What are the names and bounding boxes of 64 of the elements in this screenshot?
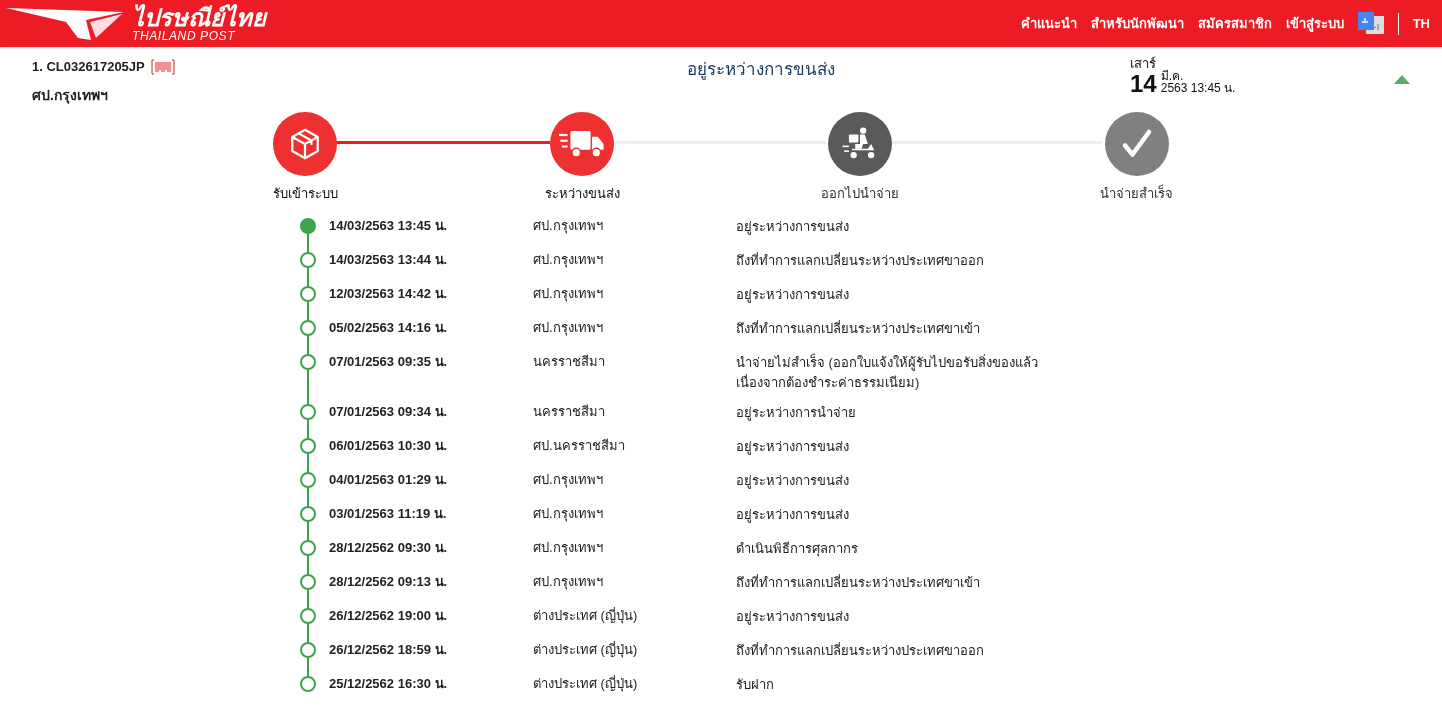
event-time: 04/01/2563 01:29 น. <box>329 471 449 489</box>
year-time: 2563 13:45 น. <box>1160 82 1236 94</box>
step-label: ออกไปนำจ่าย <box>820 184 899 203</box>
event-location: ศป.กรุงเทพฯ <box>533 539 604 558</box>
event-description: อยู่ระหว่างการขนส่ง <box>736 218 850 237</box>
current-location: ศป.กรุงเทพฯ <box>32 85 109 106</box>
logo-english-text: THAILAND POST <box>132 29 237 42</box>
event-location: ศป.กรุงเทพฯ <box>533 217 604 236</box>
event-location: นครราชสีมา <box>533 353 606 371</box>
event-time: 25/12/2562 16:30 น. <box>329 675 449 693</box>
event-location: ต่างประเทศ (ญี่ปุ่น) <box>533 641 639 660</box>
event-time: 26/12/2562 18:59 น. <box>329 641 449 659</box>
event-location: ศป.กรุงเทพฯ <box>533 251 604 270</box>
event-time: 28/12/2562 09:30 น. <box>329 539 449 557</box>
nav-link[interactable]: คำแนะนำ <box>1020 13 1077 34</box>
event-time: 26/12/2562 19:00 น. <box>329 607 449 625</box>
event-location: ศป.นครราชสีมา <box>533 437 626 455</box>
event-description: รับฝาก <box>736 676 775 694</box>
event-location: ต่างประเทศ (ญี่ปุ่น) <box>533 675 639 694</box>
event-location: ศป.กรุงเทพฯ <box>533 573 604 592</box>
event-time: 06/01/2563 10:30 น. <box>329 437 449 455</box>
event-location: นครราชสีมา <box>533 403 606 421</box>
nav-link[interactable]: สำหรับนักพัฒนา <box>1090 13 1184 34</box>
event-description: ถึงที่ทำการแลกเปลี่ยนระหว่างประเทศขาเข้า <box>736 573 981 592</box>
event-description: ถึงที่ทำการแลกเปลี่ยนระหว่างประเทศขาออก <box>736 251 985 270</box>
event-description: ถึงที่ทำการแลกเปลี่ยนระหว่างประเทศขาออก <box>736 641 985 660</box>
event-time: 28/12/2562 09:13 น. <box>329 573 449 591</box>
event-time: 05/02/2563 14:16 น. <box>329 319 449 337</box>
event-location: ต่างประเทศ (ญี่ปุ่น) <box>533 607 639 626</box>
event-description: อยู่ระหว่างการขนส่ง <box>736 438 850 457</box>
event-description: ถึงที่ทำการแลกเปลี่ยนระหว่างประเทศขาเข้า <box>736 319 981 338</box>
language-selector[interactable]: TH <box>1412 13 1436 34</box>
box-icon <box>288 126 322 161</box>
event-time: 03/01/2563 11:19 น. <box>329 505 448 523</box>
wing-logo-icon <box>6 5 124 42</box>
event-location: ศป.กรุงเทพฯ <box>533 471 604 490</box>
event-location: ศป.กรุงเทพฯ <box>533 285 604 304</box>
event-time: 14/03/2563 13:45 น. <box>329 217 449 235</box>
shipment-status: อยู่ระหว่างการขนส่ง <box>687 60 835 79</box>
month: มี.ค. <box>1160 70 1185 82</box>
barcode-icon[interactable] <box>150 58 175 75</box>
event-description: อยู่ระหว่างการขนส่ง <box>736 608 850 627</box>
step-label: นำจ่ายสำเร็จ <box>1100 183 1174 203</box>
logo-thai-text: ไปรษณีย์ไทย <box>132 5 266 30</box>
event-location: ศป.กรุงเทพฯ <box>533 319 604 338</box>
event-description: อยู่ระหว่างการนำจ่าย <box>736 404 857 423</box>
nav-link[interactable]: สมัครสมาชิก <box>1197 13 1272 34</box>
event-time: 12/03/2563 14:42 น. <box>329 285 449 303</box>
weekday: เสาร์ <box>1130 57 1157 70</box>
event-description: อยู่ระหว่างการขนส่ง <box>736 286 850 305</box>
event-location: ศป.กรุงเทพฯ <box>533 505 604 524</box>
nav-link[interactable]: เข้าสู่ระบบ <box>1285 13 1344 34</box>
collapse-icon[interactable] <box>1394 75 1410 84</box>
event-time: 14/03/2563 13:44 น. <box>329 251 449 269</box>
event-description: อยู่ระหว่างการขนส่ง <box>736 506 850 525</box>
event-description: อยู่ระหว่างการขนส่ง <box>736 472 850 491</box>
tracking-number: 1. CL032617205JP <box>32 58 145 76</box>
day-number: 14 <box>1130 72 1157 96</box>
event-description: นำจ่ายไม่สำเร็จ (ออกใบแจ้งให้ผู้รับไปขอรับสิ่งของแล้ว เนื่องจากต้องชำระค่าธรรมเนียม) <box>736 353 1039 392</box>
event-time: 07/01/2563 09:35 น. <box>329 353 449 371</box>
event-description: ดำเนินพิธีการศุลกากร <box>736 540 859 559</box>
event-time: 07/01/2563 09:34 น. <box>329 403 449 421</box>
step-label: ระหว่างขนส่ง <box>544 184 620 203</box>
step-label: รับเข้าระบบ <box>272 184 338 203</box>
